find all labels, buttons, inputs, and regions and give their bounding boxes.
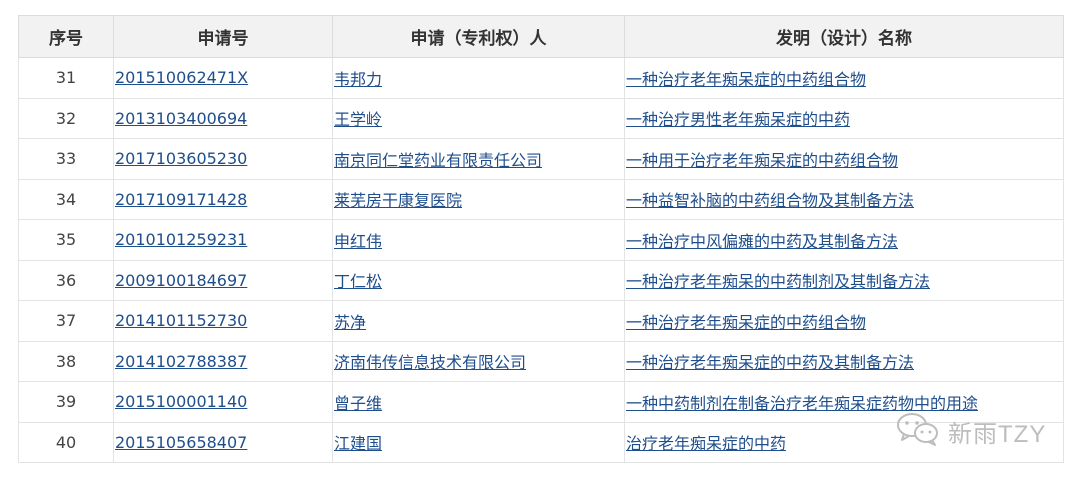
table-row: 37 2014101152730 苏净 一种治疗老年痴呆症的中药组合物 [18,300,1064,342]
applicant-link[interactable]: 济南伟传信息技术有限公司 [334,353,526,372]
application-number-link[interactable]: 2017109171428 [115,190,247,209]
table-cell: 2009100184697 [113,259,333,301]
header-application-number: 申请号 [113,15,333,58]
row-index: 33 [18,138,114,180]
table-cell: 一种用于治疗老年痴呆症的中药组合物 [624,138,1064,180]
application-number-link[interactable]: 2017103605230 [115,149,247,168]
application-number-link[interactable]: 2014102788387 [115,352,247,371]
table-row: 38 2014102788387 济南伟传信息技术有限公司 一种治疗老年痴呆症的中药及… [18,340,1064,382]
table-cell: 南京同仁堂药业有限责任公司 [332,138,625,180]
invention-name-link[interactable]: 一种用于治疗老年痴呆症的中药组合物 [626,151,898,170]
invention-name-link[interactable]: 一种治疗老年痴呆症的中药组合物 [626,70,866,89]
table-cell: 一种治疗中风偏瘫的中药及其制备方法 [624,219,1064,261]
table-row: 35 2010101259231 申红伟 一种治疗中风偏瘫的中药及其制备方法 [18,219,1064,261]
patent-table-container: 序号 申请号 申请（专利权）人 发明（设计）名称 31 201510062471X… [18,15,1064,463]
table-cell: 一种治疗老年痴呆症的中药组合物 [624,300,1064,342]
table-cell: 一种治疗男性老年痴呆症的中药 [624,97,1064,139]
table-cell: 济南伟传信息技术有限公司 [332,340,625,382]
table-cell: 2015105658407 [113,421,333,463]
row-index: 31 [18,57,114,99]
table-header: 序号 申请号 申请（专利权）人 发明（设计）名称 [18,15,1064,58]
invention-name-link[interactable]: 一种治疗老年痴呆的中药制剂及其制备方法 [626,272,930,291]
row-index: 40 [18,421,114,463]
table-cell: 201510062471X [113,57,333,99]
table-cell: 2017109171428 [113,178,333,220]
row-index: 35 [18,219,114,261]
table-cell: 王学岭 [332,97,625,139]
invention-name-link[interactable]: 一种益智补脑的中药组合物及其制备方法 [626,191,914,210]
applicant-link[interactable]: 莱芜房干康复医院 [334,191,462,210]
table-row: 33 2017103605230 南京同仁堂药业有限责任公司 一种用于治疗老年痴呆症的… [18,138,1064,180]
application-number-link[interactable]: 2010101259231 [115,230,247,249]
table-cell: 2014101152730 [113,300,333,342]
application-number-link[interactable]: 2009100184697 [115,271,247,290]
wechat-icon [896,411,940,451]
table-cell: 2017103605230 [113,138,333,180]
table-cell: 丁仁松 [332,259,625,301]
header-invention-name: 发明（设计）名称 [624,15,1064,58]
patent-table: 序号 申请号 申请（专利权）人 发明（设计）名称 31 201510062471X… [18,15,1064,463]
invention-name-link[interactable]: 一种治疗老年痴呆症的中药及其制备方法 [626,353,914,372]
table-cell: 江建国 [332,421,625,463]
invention-name-link[interactable]: 一种治疗男性老年痴呆症的中药 [626,110,850,129]
table-row: 32 2013103400694 王学岭 一种治疗男性老年痴呆症的中药 [18,97,1064,139]
table-cell: 2010101259231 [113,219,333,261]
watermark: 新雨TZY [896,411,1046,451]
header-applicant: 申请（专利权）人 [332,15,625,58]
application-number-link[interactable]: 2015105658407 [115,433,247,452]
row-index: 37 [18,300,114,342]
invention-name-link[interactable]: 一种中药制剂在制备治疗老年痴呆症药物中的用途 [626,394,978,413]
applicant-link[interactable]: 丁仁松 [334,272,382,291]
table-cell: 2014102788387 [113,340,333,382]
invention-name-link[interactable]: 治疗老年痴呆症的中药 [626,434,786,453]
header-row: 序号 申请号 申请（专利权）人 发明（设计）名称 [18,15,1064,58]
table-cell: 一种治疗老年痴呆症的中药组合物 [624,57,1064,99]
table-cell: 曾子维 [332,381,625,423]
invention-name-link[interactable]: 一种治疗老年痴呆症的中药组合物 [626,313,866,332]
watermark-text: 新雨TZY [948,420,1047,448]
table-cell: 韦邦力 [332,57,625,99]
table-cell: 2013103400694 [113,97,333,139]
table-row: 36 2009100184697 丁仁松 一种治疗老年痴呆的中药制剂及其制备方法 [18,259,1064,301]
row-index: 39 [18,381,114,423]
header-index: 序号 [18,15,114,58]
row-index: 32 [18,97,114,139]
table-cell: 莱芜房干康复医院 [332,178,625,220]
row-index: 36 [18,259,114,301]
applicant-link[interactable]: 申红伟 [334,232,382,251]
table-cell: 苏净 [332,300,625,342]
invention-name-link[interactable]: 一种治疗中风偏瘫的中药及其制备方法 [626,232,898,251]
application-number-link[interactable]: 2015100001140 [115,392,247,411]
table-cell: 一种益智补脑的中药组合物及其制备方法 [624,178,1064,220]
table-row: 31 201510062471X 韦邦力 一种治疗老年痴呆症的中药组合物 [18,57,1064,99]
row-index: 34 [18,178,114,220]
applicant-link[interactable]: 江建国 [334,434,382,453]
application-number-link[interactable]: 201510062471X [115,68,248,87]
table-cell: 一种治疗老年痴呆症的中药及其制备方法 [624,340,1064,382]
table-cell: 2015100001140 [113,381,333,423]
application-number-link[interactable]: 2013103400694 [115,109,247,128]
applicant-link[interactable]: 南京同仁堂药业有限责任公司 [334,151,542,170]
table-row: 34 2017109171428 莱芜房干康复医院 一种益智补脑的中药组合物及其制备方… [18,178,1064,220]
table-cell: 申红伟 [332,219,625,261]
applicant-link[interactable]: 苏净 [334,313,366,332]
application-number-link[interactable]: 2014101152730 [115,311,247,330]
applicant-link[interactable]: 韦邦力 [334,70,382,89]
applicant-link[interactable]: 王学岭 [334,110,382,129]
table-cell: 一种治疗老年痴呆的中药制剂及其制备方法 [624,259,1064,301]
table-body: 31 201510062471X 韦邦力 一种治疗老年痴呆症的中药组合物 32 20131… [18,57,1064,463]
applicant-link[interactable]: 曾子维 [334,394,382,413]
row-index: 38 [18,340,114,382]
